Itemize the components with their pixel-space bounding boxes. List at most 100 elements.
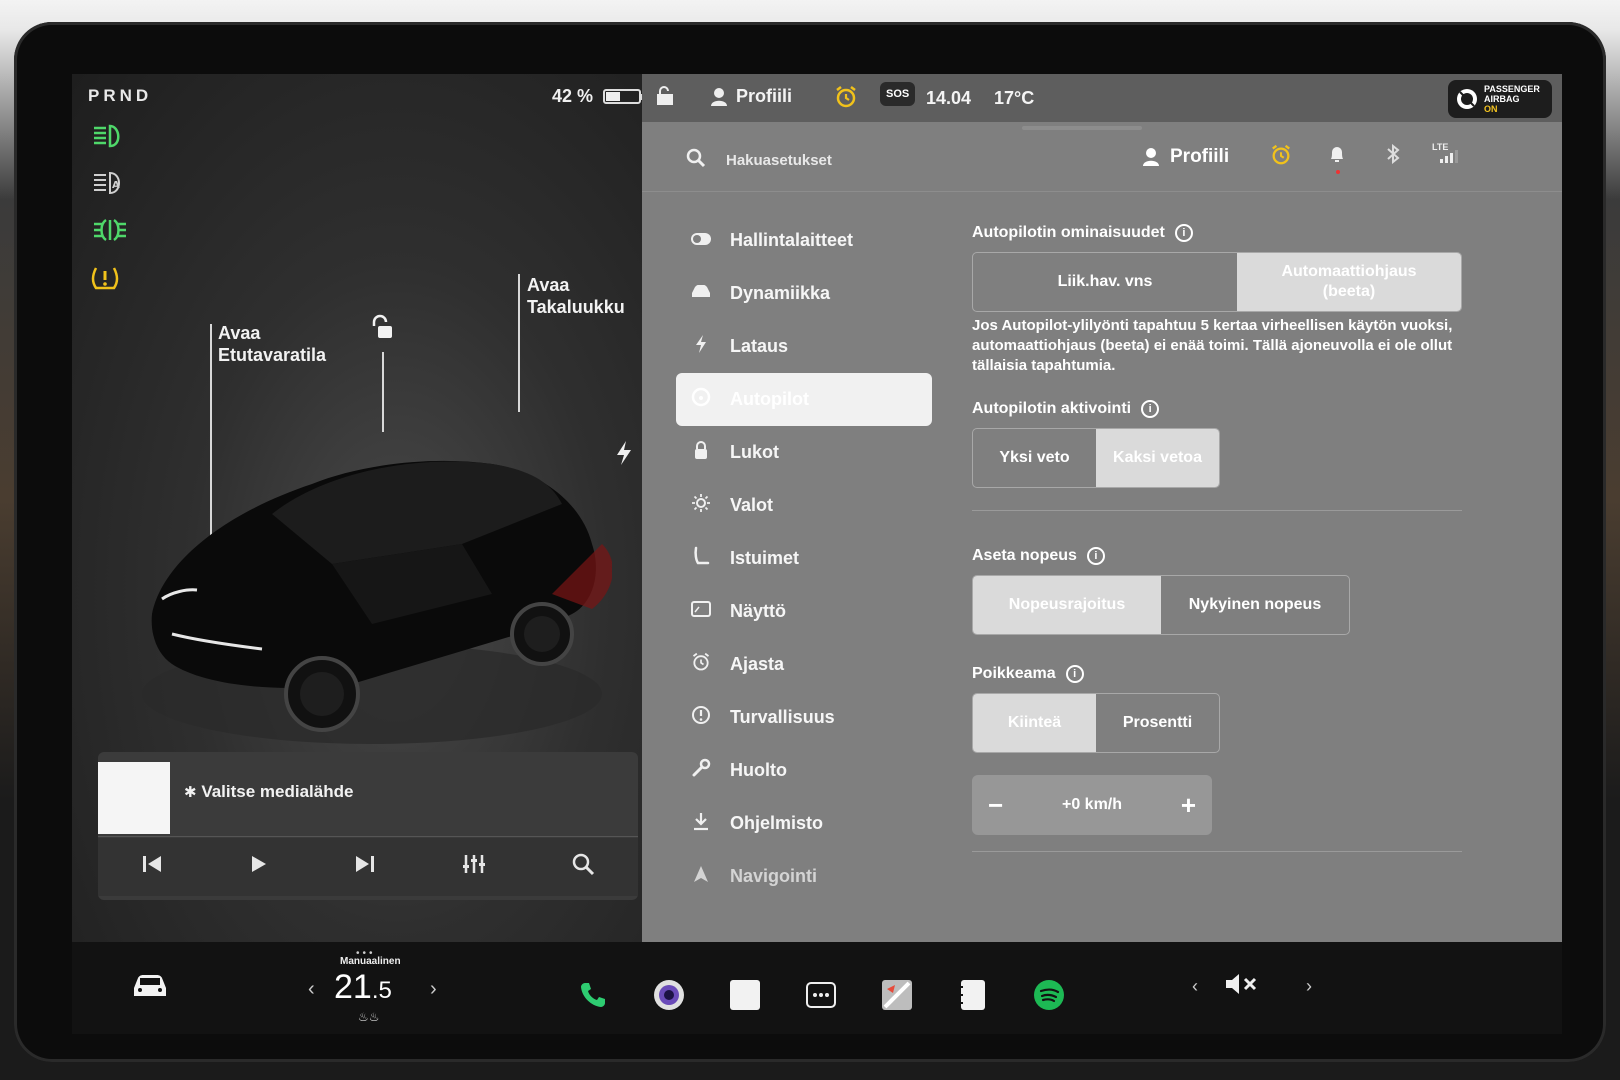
previous-icon[interactable] xyxy=(141,854,163,880)
trunk-callout[interactable]: Avaa Takaluukku xyxy=(527,274,625,318)
temp-up-chevron-icon[interactable]: › xyxy=(430,978,437,1001)
bottom-dock: ••• ‹ Manuaalinen 21.5 › ♨♨ ‹ › xyxy=(72,942,1562,1034)
activation-option-0[interactable]: Yksi veto xyxy=(973,429,1096,487)
sidebar-item-huolto[interactable]: Huolto xyxy=(676,744,932,797)
speed-option-1[interactable]: Nykyinen nopeus xyxy=(1161,576,1349,634)
touchscreen: PRND 42 % A Avaa Etutavaratila Avaa Taka… xyxy=(72,74,1562,1034)
sidebar-item-turvallisuus[interactable]: Turvallisuus xyxy=(676,691,932,744)
temp-decimal: .5 xyxy=(371,977,392,1004)
activation-option-label: Yksi veto xyxy=(999,449,1070,466)
sun-icon xyxy=(690,493,712,518)
activation-section-title: Autopilotin aktivointi i xyxy=(972,400,1472,418)
more-icon[interactable] xyxy=(804,978,838,1012)
warning-icon xyxy=(690,705,712,730)
next-icon[interactable] xyxy=(354,854,376,880)
offset-option-0[interactable]: Kiinteä xyxy=(973,694,1096,752)
sidebar-item-hallintalaitteet[interactable]: Hallintalaitteet xyxy=(676,214,932,267)
settings-search-input[interactable]: Hakuasetukset xyxy=(726,152,832,169)
sidebar-item-label: Lukot xyxy=(730,442,779,462)
info-icon[interactable]: i xyxy=(1174,224,1193,242)
speed-selector: Nopeusrajoitus Nykyinen nopeus xyxy=(972,575,1350,635)
sidebar-item-lataus[interactable]: Lataus xyxy=(676,320,932,373)
sidebar-item-istuimet[interactable]: Istuimet xyxy=(676,532,932,585)
alarm-icon[interactable] xyxy=(834,85,858,114)
play-icon[interactable] xyxy=(248,854,268,880)
sidebar-item-label: Näyttö xyxy=(730,601,787,621)
sidebar-item-näyttö[interactable]: Näyttö xyxy=(676,585,932,638)
decrease-button[interactable]: − xyxy=(988,790,1003,821)
info-icon[interactable]: i xyxy=(1141,400,1160,418)
autopilot-settings: Autopilotin ominaisuudet i Liik.hav. vns… xyxy=(972,224,1472,852)
battery-percent: 42 % xyxy=(552,86,594,106)
sidebar-item-dynamiikka[interactable]: Dynamiikka xyxy=(676,267,932,320)
charge-port-icon[interactable] xyxy=(615,440,633,473)
offset-option-1[interactable]: Prosentti xyxy=(1096,694,1219,752)
cabin-temperature[interactable]: 21.5 xyxy=(334,968,392,1007)
tire-pressure-icon xyxy=(90,262,120,298)
sidebar-item-ohjelmisto[interactable]: Ohjelmisto xyxy=(676,797,932,850)
blank-app-icon[interactable] xyxy=(728,978,762,1012)
activation-option-1[interactable]: Kaksi vetoa xyxy=(1096,429,1219,487)
notification-bell-icon[interactable] xyxy=(1328,144,1346,169)
activation-selector: Yksi veto Kaksi vetoa xyxy=(972,428,1220,488)
feature-option-0[interactable]: Liik.hav. vns xyxy=(973,253,1237,311)
sidebar-item-label: Huolto xyxy=(730,760,787,780)
offset-section-title: Poikkeama i xyxy=(972,665,1472,683)
sidebar-item-label: Ajasta xyxy=(730,654,785,674)
sidebar-item-ajasta[interactable]: Ajasta xyxy=(676,638,932,691)
unlock-icon[interactable] xyxy=(368,314,396,349)
temp-down-chevron-icon[interactable]: ‹ xyxy=(308,978,315,1001)
search-icon[interactable] xyxy=(686,148,706,174)
notes-icon[interactable] xyxy=(956,978,990,1012)
spotify-icon[interactable] xyxy=(1032,978,1066,1012)
climate-mode-label: Manuaalinen xyxy=(340,956,401,967)
camera-icon[interactable] xyxy=(652,978,686,1012)
trunk-callout-line2: Takaluukku xyxy=(527,297,625,317)
sos-button[interactable]: SOS xyxy=(880,82,916,106)
header-profile[interactable]: Profiili xyxy=(1142,146,1229,168)
increase-button[interactable]: + xyxy=(1181,790,1196,821)
feature-option-label: Liik.hav. vns xyxy=(1057,273,1153,290)
sidebar-item-navigointi[interactable]: Navigointi xyxy=(676,850,932,903)
sidebar-item-autopilot[interactable]: Autopilot xyxy=(676,373,932,426)
topbar-profile[interactable]: Profiili xyxy=(710,86,792,107)
header-alarm-icon[interactable] xyxy=(1270,144,1292,172)
map-icon[interactable] xyxy=(880,978,914,1012)
notification-dot xyxy=(1336,170,1340,174)
media-source-button[interactable]: ✱ Valitse medialähde xyxy=(184,782,353,802)
speed-option-label: Nykyinen nopeus xyxy=(1188,596,1322,613)
signal-strength-icon xyxy=(1440,150,1458,163)
seat-heater-icon[interactable]: ♨♨ xyxy=(358,1010,380,1024)
sidebar-item-label: Dynamiikka xyxy=(730,283,831,303)
phone-icon[interactable] xyxy=(576,978,610,1012)
sidebar-item-lukot[interactable]: Lukot xyxy=(676,426,932,479)
album-art xyxy=(98,762,170,834)
media-search-icon[interactable] xyxy=(571,852,595,882)
download-icon xyxy=(690,811,712,836)
media-player[interactable]: ✱ Valitse medialähde xyxy=(98,752,638,900)
glovebox-icon[interactable] xyxy=(654,86,676,113)
offset-selector: Kiinteä Prosentti xyxy=(972,693,1220,753)
speed-title: Aseta nopeus xyxy=(972,547,1077,564)
volume-muted-icon[interactable] xyxy=(1224,972,1258,1002)
car-icon[interactable] xyxy=(130,970,170,1008)
sidebar-item-label: Valot xyxy=(730,495,774,515)
frunk-callout[interactable]: Avaa Etutavaratila xyxy=(218,322,326,366)
gear-selector: PRND xyxy=(88,86,153,105)
display-icon xyxy=(690,601,712,622)
volume-down-chevron-icon[interactable]: ‹ xyxy=(1192,976,1198,997)
feature-option-1[interactable]: Automaattiohjaus (beeta) xyxy=(1237,253,1461,311)
alarm-icon xyxy=(690,652,712,677)
equalizer-icon[interactable] xyxy=(462,853,486,881)
bluetooth-status-icon[interactable] xyxy=(1386,143,1400,169)
info-icon[interactable]: i xyxy=(1065,665,1084,683)
volume-up-chevron-icon[interactable]: › xyxy=(1306,976,1312,997)
offset-stepper: − +0 km/h + xyxy=(972,775,1212,835)
speed-option-0[interactable]: Nopeusrajoitus xyxy=(973,576,1161,634)
car-icon xyxy=(690,283,712,304)
lock-icon xyxy=(690,440,712,465)
sidebar-item-valot[interactable]: Valot xyxy=(676,479,932,532)
navigation-icon xyxy=(690,865,712,888)
section-divider xyxy=(972,851,1462,852)
info-icon[interactable]: i xyxy=(1086,547,1105,565)
